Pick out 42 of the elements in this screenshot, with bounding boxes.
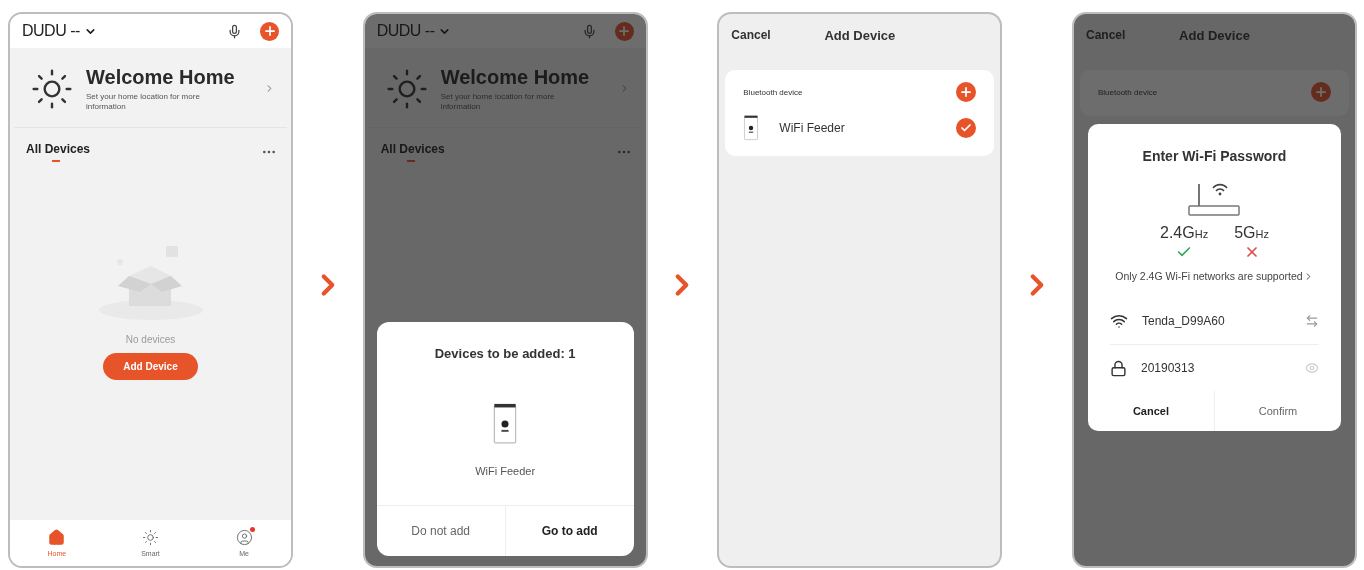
card-heading: Bluetooth device xyxy=(1097,87,1158,97)
welcome-title: Welcome Home xyxy=(86,66,236,89)
active-underline xyxy=(52,160,60,163)
feeder-icon xyxy=(743,114,760,142)
card-heading: Bluetooth device xyxy=(743,87,803,97)
password-field[interactable]: 20190313 xyxy=(1140,361,1291,375)
dialog-button[interactable]: Confirm xyxy=(1213,391,1341,431)
section-title[interactable]: All Devices xyxy=(26,142,91,157)
check-icon[interactable] xyxy=(956,118,977,138)
add-icon[interactable] xyxy=(614,21,634,41)
device-name[interactable]: WiFi Feeder xyxy=(779,121,937,135)
eye-icon[interactable] xyxy=(1304,361,1319,375)
microphone-icon[interactable] xyxy=(227,23,242,39)
band-label: 2.4GHz xyxy=(1160,224,1209,242)
empty-message: No devices xyxy=(125,334,176,346)
welcome-subtitle: Set your home location for more information xyxy=(86,92,201,112)
add-icon[interactable] xyxy=(1310,82,1331,102)
wifi-icon xyxy=(1109,312,1128,330)
screen-title: Add Device xyxy=(1179,27,1250,43)
lock-icon xyxy=(1109,359,1127,377)
feeder-icon xyxy=(492,401,519,447)
network-field[interactable]: Tenda_D99A60 xyxy=(1141,314,1291,328)
dialog-button[interactable]: Cancel xyxy=(1087,391,1214,431)
device-name: WiFi Feeder xyxy=(475,465,536,477)
add-icon[interactable] xyxy=(260,21,279,41)
home-icon xyxy=(48,529,66,546)
dialog-title: Devices to be added: 1 xyxy=(434,346,576,361)
add-device-button[interactable]: Add Device xyxy=(103,353,198,381)
add-icon[interactable] xyxy=(956,82,977,102)
welcome-title: Welcome Home xyxy=(440,66,591,89)
home-name[interactable]: DUDU -- xyxy=(22,22,80,40)
user-icon xyxy=(235,529,253,546)
support-note[interactable]: Only 2.4G Wi-Fi networks are supported xyxy=(1115,270,1303,282)
screen-title: Add Device xyxy=(824,27,896,43)
switch-icon[interactable] xyxy=(1304,314,1319,328)
active-underline xyxy=(406,160,415,163)
cancel-link[interactable]: Cancel xyxy=(731,28,771,42)
sun-icon xyxy=(142,529,159,546)
band-label: 5GHz xyxy=(1234,224,1269,242)
dialog-button[interactable]: Do not add xyxy=(376,506,505,556)
dialog-title: Enter Wi-Fi Password xyxy=(1142,148,1287,164)
dialog-button[interactable]: Go to add xyxy=(504,506,634,556)
